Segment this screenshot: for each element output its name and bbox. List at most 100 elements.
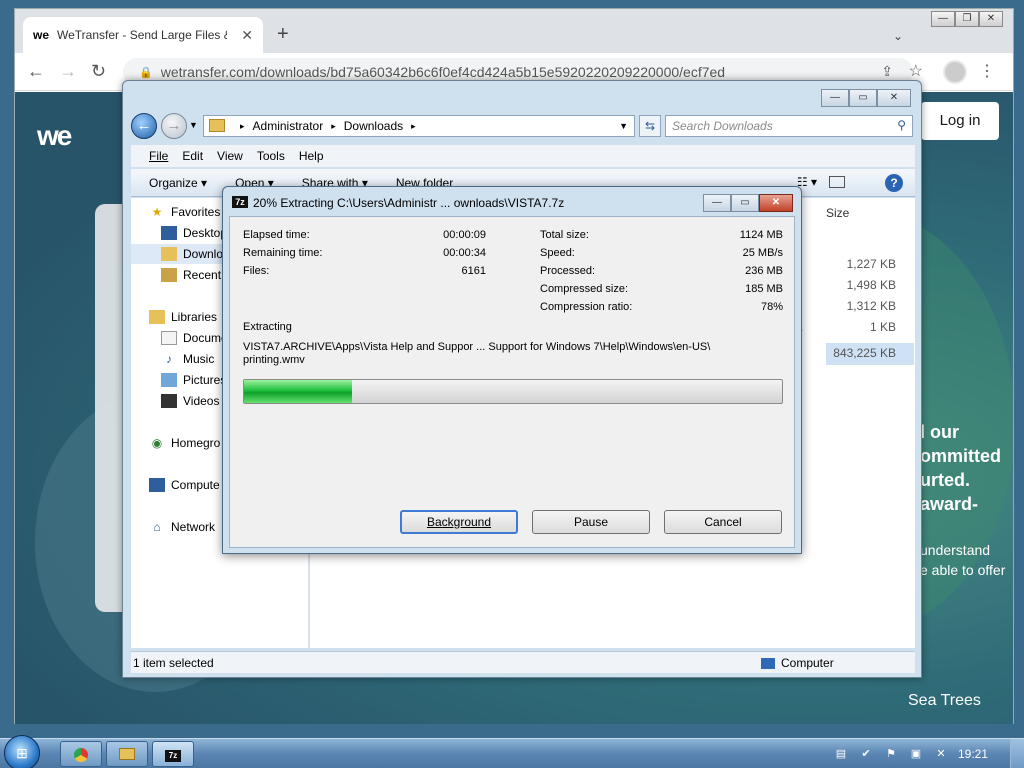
chrome-icon <box>74 748 88 762</box>
login-button[interactable]: Log in <box>921 102 999 140</box>
back-arrow-icon[interactable]: ← <box>27 61 45 82</box>
explorer-maximize-button[interactable]: ▭ <box>849 89 877 107</box>
search-input[interactable]: Search Downloads ⚲ <box>665 115 913 137</box>
share-icon[interactable]: ⇪ <box>881 63 893 80</box>
file-size: 1,312 KB <box>846 299 896 313</box>
column-header-size[interactable]: Size <box>826 206 849 220</box>
libraries-icon <box>149 310 165 324</box>
elapsed-time-label: Elapsed time: <box>243 229 310 241</box>
breadcrumb-separator-icon[interactable]: ▸ <box>411 121 416 132</box>
current-file-path-line: printing.wmv <box>243 354 305 366</box>
reload-icon[interactable]: ↻ <box>91 61 106 82</box>
security-icon[interactable]: ✔ <box>858 747 874 761</box>
taskbar-explorer[interactable] <box>106 741 148 767</box>
chrome-restore-button[interactable]: ❐ <box>955 11 979 27</box>
documents-icon <box>161 331 177 345</box>
taskbar-7zip[interactable]: 7z <box>152 741 194 767</box>
address-url: wetransfer.com/downloads/bd75a60342b6c6f… <box>160 64 726 80</box>
breadcrumb-item[interactable]: Administrator <box>253 119 324 133</box>
forward-arrow-icon[interactable]: → <box>59 61 77 82</box>
sea-trees-link[interactable]: Sea Trees <box>908 692 981 710</box>
progress-fill <box>244 380 352 403</box>
dialog-window-controls: — ▭ ✕ <box>703 194 793 212</box>
refresh-icon[interactable]: ⇆ <box>639 115 661 137</box>
breadcrumb-separator-icon[interactable]: ▸ <box>331 121 336 132</box>
chrome-menu-icon[interactable]: ⋮ <box>979 61 995 81</box>
files-value: 6161 <box>461 265 486 277</box>
chrome-close-button[interactable]: ✕ <box>979 11 1003 27</box>
explorer-close-button[interactable]: ✕ <box>877 89 911 107</box>
background-button[interactable]: Background <box>400 510 518 534</box>
explorer-minimize-button[interactable]: — <box>821 89 849 107</box>
promo-line: urted. <box>920 470 971 490</box>
preview-pane-icon[interactable] <box>829 176 845 188</box>
compression-ratio-label: Compression ratio: <box>540 301 633 313</box>
chrome-tab-strip: we WeTransfer - Send Large Files & ✕ + ⌄… <box>15 9 1013 53</box>
file-size: 1,227 KB <box>846 257 896 271</box>
dialog-minimize-button[interactable]: — <box>703 194 731 212</box>
breadcrumb-separator-icon[interactable]: ▸ <box>240 121 245 132</box>
system-tray: ▤ ✔ ⚑ ▣ ✕ <box>824 739 1024 768</box>
breadcrumb-item[interactable]: Downloads <box>344 119 403 133</box>
pictures-icon <box>161 373 177 387</box>
promo-line: ommitted <box>920 446 1001 466</box>
bookmark-star-icon[interactable]: ☆ <box>909 61 923 81</box>
start-button[interactable]: ⊞ <box>4 735 40 768</box>
processed-label: Processed: <box>540 265 596 277</box>
search-icon[interactable]: ⚲ <box>897 118 906 132</box>
breadcrumb[interactable]: ▸ Administrator ▸ Downloads ▸ ▼ <box>203 115 635 137</box>
file-size: 1,498 KB <box>846 278 896 292</box>
menu-edit[interactable]: Edit <box>182 149 203 163</box>
action-center-flag-icon[interactable]: ⚑ <box>883 747 899 761</box>
taskbar-chrome[interactable] <box>60 741 102 767</box>
compressed-size-value: 185 MB <box>745 283 783 295</box>
computer-icon <box>761 658 775 670</box>
speed-value: 25 MB/s <box>742 247 783 259</box>
help-icon[interactable]: ? <box>885 174 903 192</box>
new-tab-button[interactable]: + <box>277 23 289 46</box>
clock[interactable]: 19:21 <box>958 747 988 761</box>
status-bar: 1 item selected Computer <box>131 651 915 673</box>
desktop-icon <box>161 226 177 240</box>
menu-help[interactable]: Help <box>299 149 324 163</box>
wetransfer-favicon-icon: we <box>33 28 50 42</box>
profile-avatar[interactable] <box>943 60 967 84</box>
menu-file[interactable]: File <box>149 149 168 163</box>
network-icon[interactable]: ▣ <box>908 747 924 761</box>
volume-muted-icon[interactable]: ✕ <box>933 747 949 761</box>
tab-close-icon[interactable]: ✕ <box>241 27 253 44</box>
recent-places-icon <box>161 268 177 282</box>
recent-pages-chevron-icon[interactable]: ▼ <box>189 120 198 130</box>
cancel-button[interactable]: Cancel <box>664 510 782 534</box>
show-desktop-button[interactable] <box>1010 739 1024 768</box>
current-file-path-line: VISTA7.ARCHIVE\Apps\Vista Help and Suppo… <box>243 341 711 353</box>
tab-search-chevron-icon[interactable]: ⌄ <box>893 29 903 43</box>
menu-tools[interactable]: Tools <box>257 149 285 163</box>
dialog-body: Elapsed time: 00:00:09 Remaining time: 0… <box>229 216 795 548</box>
elapsed-time-value: 00:00:09 <box>443 229 486 241</box>
dialog-maximize-button[interactable]: ▭ <box>731 194 759 212</box>
7zip-icon: 7z <box>165 750 181 762</box>
folder-icon <box>209 119 225 132</box>
chrome-minimize-button[interactable]: — <box>931 11 955 27</box>
explorer-back-icon[interactable]: ← <box>131 113 157 139</box>
status-selection: 1 item selected <box>133 656 214 670</box>
dialog-titlebar[interactable]: 7z 20% Extracting C:\Users\Administr ...… <box>223 187 801 215</box>
computer-icon <box>149 478 165 492</box>
menu-view[interactable]: View <box>217 149 243 163</box>
explorer-forward-icon[interactable]: → <box>161 113 187 139</box>
dialog-title: 20% Extracting C:\Users\Administr ... ow… <box>253 196 565 210</box>
address-dropdown-icon[interactable]: ▼ <box>619 121 628 131</box>
wetransfer-logo[interactable]: we <box>37 120 72 152</box>
notes-icon[interactable]: ▤ <box>833 747 849 761</box>
organize-button[interactable]: Organize ▾ <box>149 176 207 190</box>
menu-bar: File Edit View Tools Help <box>131 145 915 167</box>
promo-sub-line: understand <box>920 542 991 558</box>
pause-button[interactable]: Pause <box>532 510 650 534</box>
extract-progress-bar <box>243 379 783 404</box>
promo-heading: l our ommitted urted. award- <box>920 420 1001 516</box>
total-size-label: Total size: <box>540 229 589 241</box>
file-size: 843,225 KB <box>833 346 896 360</box>
dialog-close-button[interactable]: ✕ <box>759 194 793 212</box>
browser-tab[interactable]: we WeTransfer - Send Large Files & ✕ <box>23 17 263 53</box>
